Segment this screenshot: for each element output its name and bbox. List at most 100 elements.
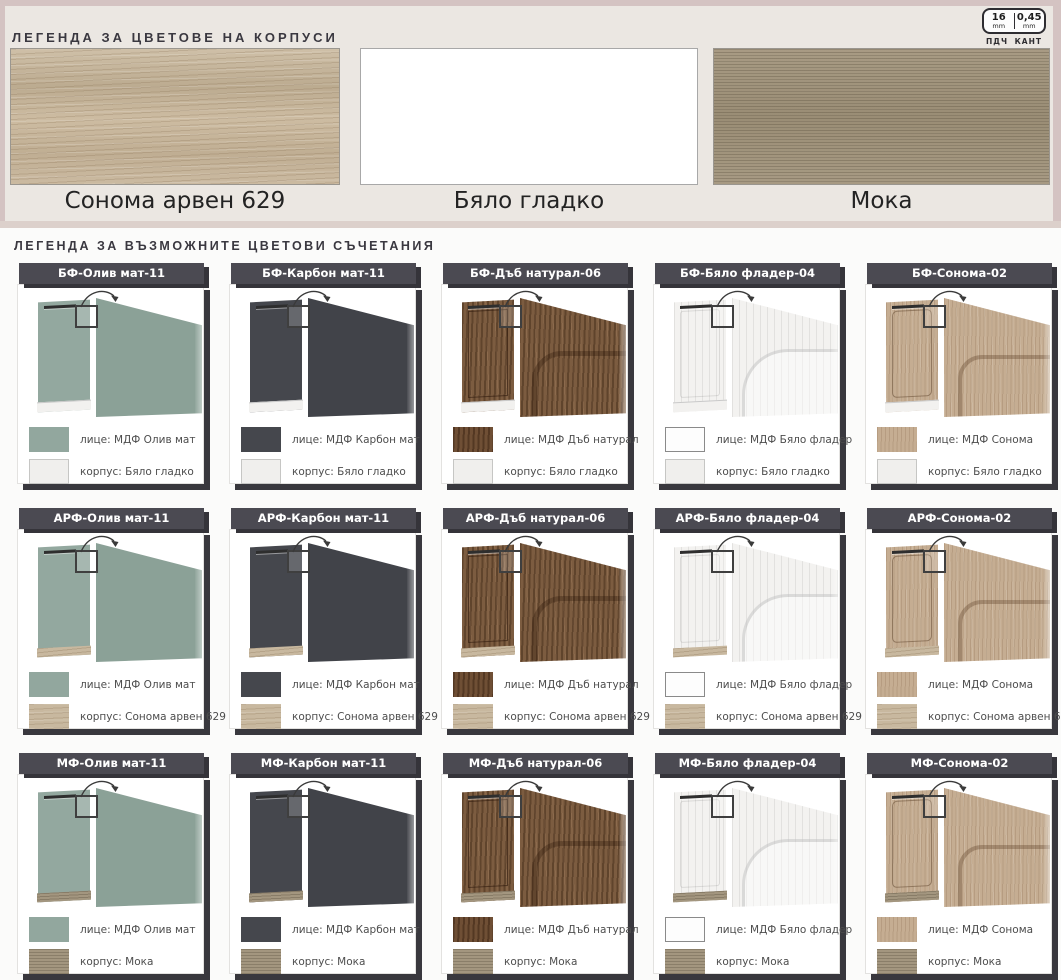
- face-label: лице: МДФ Сонома: [928, 679, 1033, 691]
- face-label: лице: МДФ Бяло фладер: [716, 434, 852, 446]
- face-color-chip: [29, 427, 69, 452]
- corpus-label: корпус: Бяло гладко: [292, 466, 406, 478]
- door-illustration: [442, 530, 627, 670]
- door-zoom-view: [732, 293, 838, 417]
- door-illustration: [18, 775, 203, 915]
- corpus-legend-row: корпус: Мока: [877, 949, 1001, 974]
- zoom-arrow-icon: [926, 532, 970, 556]
- zoom-arrow-icon: [290, 777, 334, 801]
- combination-grid: БФ-Олив мат-11 лице: МДФ Оли: [0, 263, 1061, 974]
- card-title: БФ-Дъб натурал-06: [443, 263, 628, 284]
- door-zoom-view: [944, 538, 1050, 662]
- door-zoom-view: [520, 293, 626, 417]
- zoom-arrow-icon: [926, 777, 970, 801]
- door-handle: [892, 794, 924, 799]
- door-zoom-view: [308, 538, 414, 662]
- corpus-legend-title: ЛЕГЕНДА ЗА ЦВЕТОВЕ НА КОРПУСИ: [12, 30, 338, 45]
- door-handle: [468, 794, 500, 799]
- face-label: лице: МДФ Сонома: [928, 924, 1033, 936]
- door-corpus-strip: [885, 891, 939, 903]
- corpus-legend-row: корпус: Бяло гладко: [665, 459, 830, 484]
- face-legend-row: лице: МДФ Бяло фладер: [665, 427, 852, 452]
- card-title: АРФ-Бяло фладер-04: [655, 508, 840, 529]
- card-title: АРФ-Сонома-02: [867, 508, 1052, 529]
- corpus-label: корпус: Сонома арвен 629: [504, 711, 650, 723]
- card-body: лице: МДФ Бяло фладер корпус: Сонома арв…: [653, 529, 840, 729]
- swatch-label-mocha: Мока: [713, 188, 1050, 214]
- face-legend-row: лице: МДФ Карбон мат: [241, 427, 420, 452]
- combinations-legend-title: ЛЕГЕНДА ЗА ВЪЗМОЖНИТЕ ЦВЕТОВИ СЪЧЕТАНИЯ: [14, 239, 1061, 253]
- door-illustration: [654, 530, 839, 670]
- door-illustration: [654, 285, 839, 425]
- combination-card: БФ-Дъб натурал-06 лице: МДФ: [441, 263, 628, 484]
- catalog-page: ЛЕГЕНДА ЗА ЦВЕТОВЕ НА КОРПУСИ 16 mm 0,45…: [0, 0, 1061, 980]
- card-body: лице: МДФ Бяло фладер корпус: Мока: [653, 774, 840, 974]
- face-label: лице: МДФ Карбон мат: [292, 434, 420, 446]
- door-handle: [468, 549, 500, 554]
- corpus-label: корпус: Мока: [292, 956, 365, 968]
- face-legend-row: лице: МДФ Сонома: [877, 427, 1033, 452]
- door-corpus-strip: [673, 891, 727, 903]
- face-legend-row: лице: МДФ Дъб натурал: [453, 917, 639, 942]
- spec-labels: ПДЧ КАНТ: [982, 34, 1046, 46]
- zoom-arrow-icon: [78, 777, 122, 801]
- zoom-arrow-icon: [502, 532, 546, 556]
- zoom-arrow-icon: [290, 532, 334, 556]
- corpus-legend-row: корпус: Сонома арвен 629: [241, 704, 438, 729]
- door-illustration: [230, 285, 415, 425]
- face-legend-row: лице: МДФ Карбон мат: [241, 917, 420, 942]
- door-handle: [44, 794, 76, 799]
- door-illustration: [866, 285, 1051, 425]
- door-handle: [256, 794, 288, 799]
- face-color-chip: [877, 672, 917, 697]
- swatch-label-white: Бяло гладко: [360, 188, 698, 214]
- combination-card: АРФ-Бяло фладер-04 лице: МДФ: [653, 508, 840, 729]
- door-illustration: [442, 775, 627, 915]
- zoom-arrow-icon: [926, 287, 970, 311]
- card-title: АРФ-Карбон мат-11: [231, 508, 416, 529]
- corpus-label: корпус: Мока: [928, 956, 1001, 968]
- door-corpus-strip: [885, 400, 939, 413]
- door-handle: [256, 304, 288, 309]
- combination-card: БФ-Сонома-02 лице: МДФ Соном: [865, 263, 1052, 484]
- zoom-arrow-icon: [714, 532, 758, 556]
- face-color-chip: [665, 917, 705, 942]
- board-label: ПДЧ: [986, 37, 1008, 46]
- corpus-color-chip: [665, 949, 705, 974]
- card-body: лице: МДФ Карбон мат корпус: Мока: [229, 774, 416, 974]
- face-color-chip: [877, 427, 917, 452]
- door-handle: [44, 549, 76, 554]
- corpus-label: корпус: Мока: [80, 956, 153, 968]
- door-handle: [892, 304, 924, 309]
- face-color-chip: [665, 427, 705, 452]
- corpus-color-chip: [241, 704, 281, 729]
- face-legend-row: лице: МДФ Бяло фладер: [665, 917, 852, 942]
- corpus-color-chip: [241, 459, 281, 484]
- door-corpus-strip: [37, 646, 91, 658]
- face-legend-row: лице: МДФ Карбон мат: [241, 672, 420, 697]
- corpus-legend-row: корпус: Мока: [241, 949, 365, 974]
- face-label: лице: МДФ Олив мат: [80, 924, 195, 936]
- corpus-color-chip: [453, 459, 493, 484]
- board-thickness: 16 mm: [984, 12, 1014, 30]
- corpus-color-chip: [877, 704, 917, 729]
- edge-spec: 16 mm 0,45 mm ПДЧ КАНТ: [982, 8, 1046, 46]
- door-handle: [680, 794, 712, 799]
- card-title: БФ-Бяло фладер-04: [655, 263, 840, 284]
- door-zoom-view: [96, 293, 202, 417]
- swatch-sonoma-arwen: [10, 48, 340, 185]
- card-title: МФ-Дъб натурал-06: [443, 753, 628, 774]
- corpus-legend-row: корпус: Бяло гладко: [453, 459, 618, 484]
- card-title: МФ-Сонома-02: [867, 753, 1052, 774]
- face-legend-row: лице: МДФ Дъб натурал: [453, 427, 639, 452]
- corpus-colors-section: ЛЕГЕНДА ЗА ЦВЕТОВЕ НА КОРПУСИ 16 mm 0,45…: [0, 0, 1061, 228]
- edge-label: КАНТ: [1015, 37, 1042, 46]
- corpus-legend-row: корпус: Бяло гладко: [877, 459, 1042, 484]
- door-illustration: [654, 775, 839, 915]
- combination-card: БФ-Бяло фладер-04 лице: МДФ: [653, 263, 840, 484]
- card-body: лице: МДФ Карбон мат корпус: Сонома арве…: [229, 529, 416, 729]
- door-corpus-strip: [37, 400, 91, 413]
- door-corpus-strip: [673, 646, 727, 658]
- card-body: лице: МДФ Сонома корпус: Бяло гладко: [865, 284, 1052, 484]
- card-body: лице: МДФ Олив мат корпус: Бяло гладко: [17, 284, 204, 484]
